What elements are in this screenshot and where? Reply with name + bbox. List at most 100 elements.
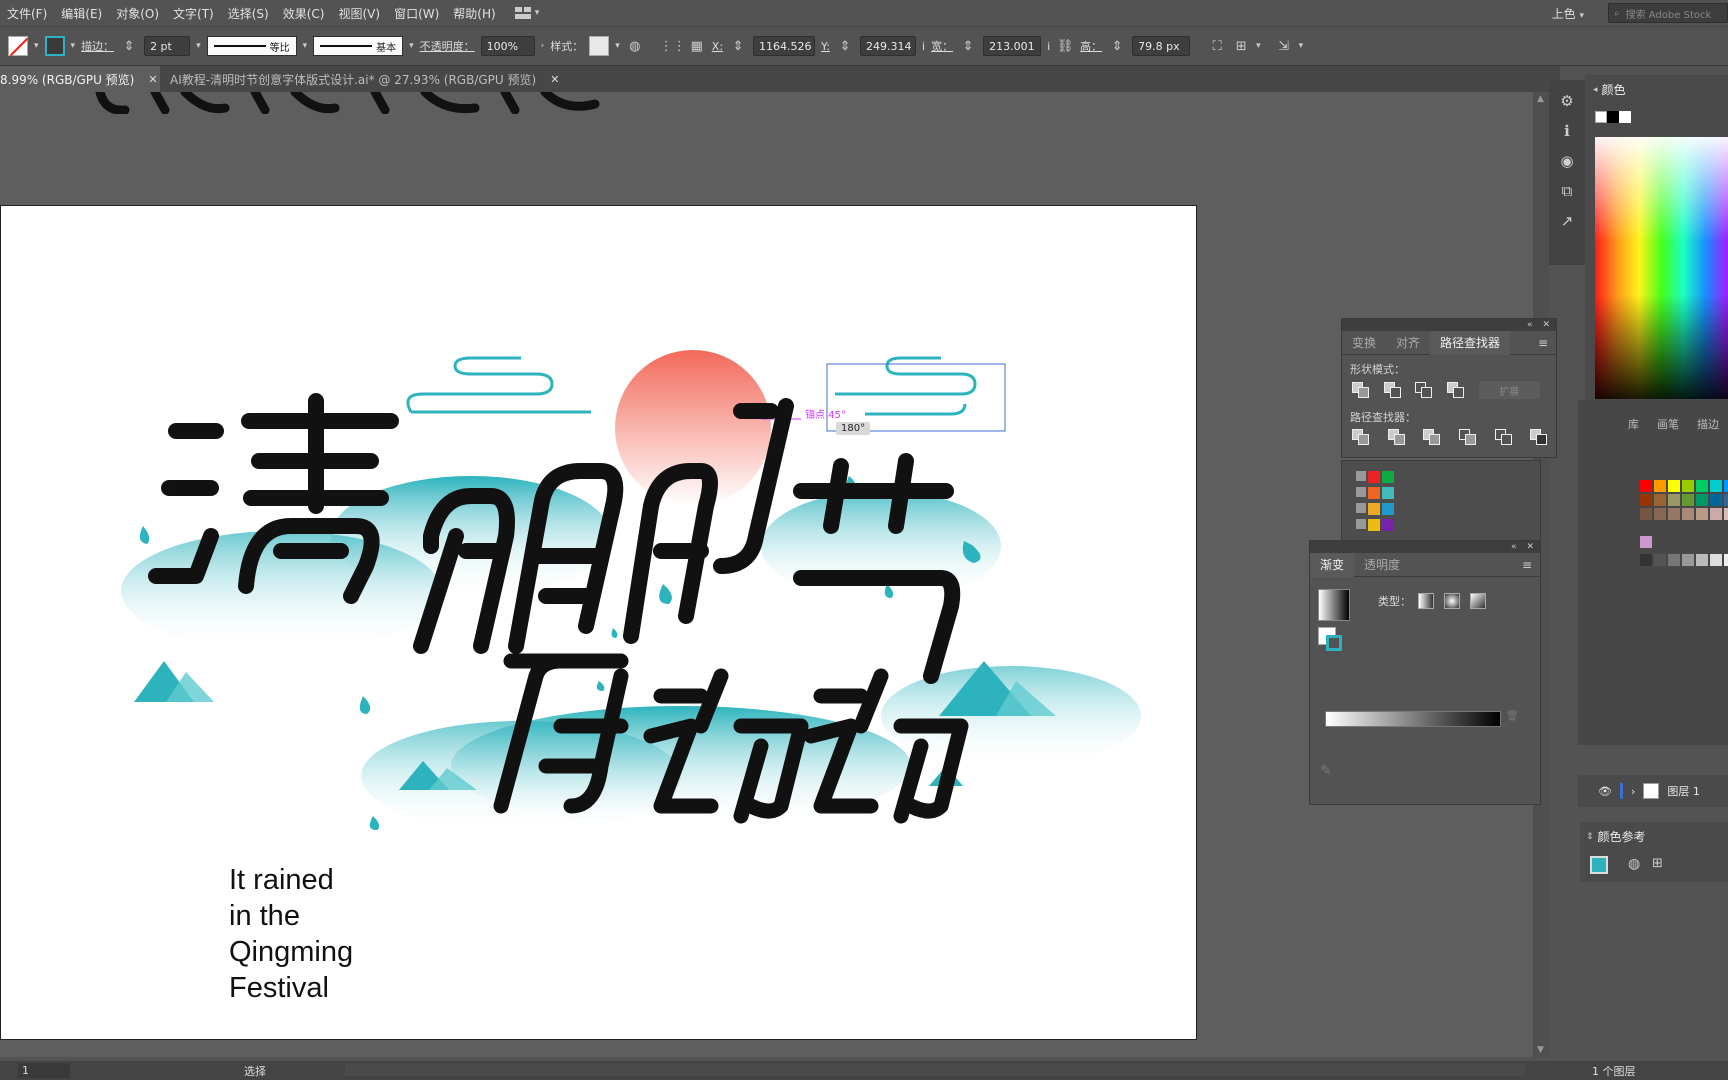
stroke-swatch[interactable] [1326, 635, 1342, 651]
save-group-icon[interactable]: ⊞ [1652, 856, 1663, 871]
swatch-row[interactable] [1640, 480, 1728, 492]
color-panel-tab[interactable]: ◂ 颜色 [1593, 81, 1626, 98]
tab-transparency[interactable]: 透明度 [1354, 553, 1410, 577]
menu-object[interactable]: 对象(O) [109, 5, 166, 22]
info-icon[interactable]: ℹ [1558, 122, 1576, 140]
panel-titlebar[interactable]: « ✕ [1342, 319, 1556, 331]
width-label[interactable]: 宽： [931, 38, 953, 54]
none-swatch[interactable] [1595, 111, 1607, 123]
close-icon[interactable]: ✕ [1542, 320, 1550, 330]
variable-width-profile[interactable]: 等比 [206, 36, 297, 56]
menu-edit[interactable]: 编辑(E) [54, 5, 109, 22]
brush-definition[interactable]: 基本 [313, 36, 404, 56]
menu-help[interactable]: 帮助(H) [446, 5, 502, 22]
color-spectrum[interactable] [1595, 137, 1728, 399]
stepper-icon[interactable]: ⇕ [120, 37, 138, 55]
scroll-up-icon[interactable]: ▲ [1537, 94, 1544, 104]
chevron-down-icon[interactable]: ▾ [1256, 41, 1261, 51]
minus-front-icon[interactable] [1383, 382, 1401, 398]
crop-icon[interactable] [1459, 429, 1477, 445]
stroke-swatch[interactable] [44, 36, 65, 56]
align-options-icon[interactable]: ⊞ [1232, 37, 1250, 55]
menu-select[interactable]: 选择(S) [221, 5, 276, 22]
chevron-down-icon[interactable]: ▾ [303, 41, 308, 51]
collapse-icon[interactable]: « [1511, 542, 1517, 552]
swatch-row[interactable] [1640, 494, 1728, 506]
chevron-down-icon[interactable]: ▾ [34, 41, 39, 51]
white-swatch[interactable] [1619, 111, 1631, 123]
close-icon[interactable]: ✕ [148, 73, 157, 86]
base-color-swatch[interactable] [1590, 856, 1608, 874]
close-icon[interactable]: ✕ [1526, 542, 1534, 552]
chevron-down-icon[interactable]: ▾ [409, 41, 414, 51]
stepper-icon[interactable]: ⇕ [959, 37, 977, 55]
stock-search-input[interactable]: ⌕ 搜索 Adobe Stock [1608, 3, 1728, 23]
stroke-weight-field[interactable]: 2 pt [144, 36, 191, 56]
collapse-icon[interactable]: « [1527, 320, 1533, 330]
eyedropper-icon[interactable]: ✎ [1320, 763, 1332, 779]
gradient-preview-swatch[interactable] [1318, 589, 1350, 621]
reference-point-icon[interactable]: ▦ [688, 37, 706, 55]
panel-menu-icon[interactable]: ≡ [1538, 336, 1556, 350]
artboard-navigator[interactable]: 1 [18, 1063, 70, 1078]
tab-stroke[interactable]: 描边 [1697, 416, 1719, 432]
recolor-artwork-icon[interactable]: ◍ [626, 37, 644, 55]
trim-icon[interactable] [1387, 429, 1405, 445]
intersect-icon[interactable] [1415, 382, 1433, 398]
menu-type[interactable]: 文字(T) [166, 5, 221, 22]
divide-icon[interactable] [1352, 429, 1369, 445]
panel-menu-icon[interactable]: ≡ [1522, 558, 1540, 572]
tab-pathfinder[interactable]: 路径查找器 [1430, 330, 1511, 355]
height-field[interactable]: 79.8 px [1132, 36, 1191, 56]
arrange-documents-button[interactable]: ▾ [514, 7, 539, 19]
opacity-label[interactable]: 不透明度： [420, 38, 475, 54]
swatch-row[interactable] [1640, 536, 1652, 548]
tab-transform[interactable]: 变换 [1342, 331, 1386, 355]
tab-gradient[interactable]: 渐变 [1310, 552, 1355, 577]
freeform-gradient-icon[interactable] [1470, 593, 1486, 609]
merge-icon[interactable] [1423, 429, 1441, 445]
swatch-row[interactable] [1640, 554, 1728, 566]
tab-document-1[interactable]: 8.99% (RGB/GPU 预览) ✕ [0, 66, 160, 92]
gear-icon[interactable]: ⚙ [1558, 92, 1576, 110]
artboard[interactable]: It rained in the Qingming Festival 锚点 45… [0, 205, 1197, 1040]
isolate-icon[interactable]: ⇲ [1275, 37, 1293, 55]
stepper-icon[interactable]: ⇕ [1108, 37, 1126, 55]
menu-view[interactable]: 视图(V) [331, 5, 387, 22]
opacity-field[interactable]: 100% [480, 36, 535, 56]
stepper-icon[interactable]: ⇕ [836, 37, 854, 55]
workspace-switcher[interactable]: 上色 ▾ [1552, 5, 1584, 22]
appearance-icon[interactable]: ◉ [1558, 152, 1576, 170]
close-icon[interactable]: ✕ [550, 73, 559, 86]
chevron-right-icon[interactable]: › [541, 41, 545, 51]
tab-libraries[interactable]: 库 [1628, 416, 1639, 432]
trash-icon[interactable]: 🗑 [1506, 711, 1519, 722]
current-tool-status[interactable]: 选择 [200, 1063, 310, 1079]
x-label[interactable]: X: [712, 40, 723, 53]
radial-gradient-icon[interactable] [1444, 593, 1460, 609]
chevron-down-icon[interactable]: ▾ [1299, 41, 1304, 51]
tab-brushes[interactable]: 画笔 [1657, 416, 1679, 432]
chevron-right-icon[interactable]: › [1631, 785, 1635, 798]
harmony-icon[interactable]: ◍ [1628, 856, 1640, 872]
width-field[interactable]: 213.001 [983, 36, 1042, 56]
gradient-slider[interactable] [1325, 711, 1501, 727]
x-field[interactable]: 1164.526 [753, 36, 816, 56]
y-label[interactable]: Y: [821, 40, 830, 53]
height-label[interactable]: 高： [1080, 38, 1102, 54]
canvas-area[interactable]: It rained in the Qingming Festival 锚点 45… [0, 92, 1533, 1057]
expand-button[interactable]: 扩展 [1478, 381, 1540, 399]
linear-gradient-icon[interactable] [1418, 593, 1434, 609]
tab-align[interactable]: 对齐 [1386, 331, 1430, 355]
minus-back-icon[interactable] [1530, 429, 1548, 445]
y-field[interactable]: 249.314 [860, 36, 917, 56]
scroll-down-icon[interactable]: ▼ [1537, 1045, 1544, 1055]
fill-swatch[interactable] [8, 36, 28, 56]
align-to-selection-icon[interactable]: ⋮⋮ [660, 37, 686, 55]
eye-icon[interactable]: 👁 [1598, 785, 1612, 798]
constrain-link-icon[interactable]: ⛓ [1056, 37, 1074, 55]
panel-titlebar[interactable]: « ✕ [1310, 541, 1540, 553]
menu-window[interactable]: 窗口(W) [387, 5, 446, 22]
layer-name[interactable]: 图层 1 [1667, 783, 1700, 799]
export-icon[interactable]: ↗ [1558, 212, 1576, 230]
